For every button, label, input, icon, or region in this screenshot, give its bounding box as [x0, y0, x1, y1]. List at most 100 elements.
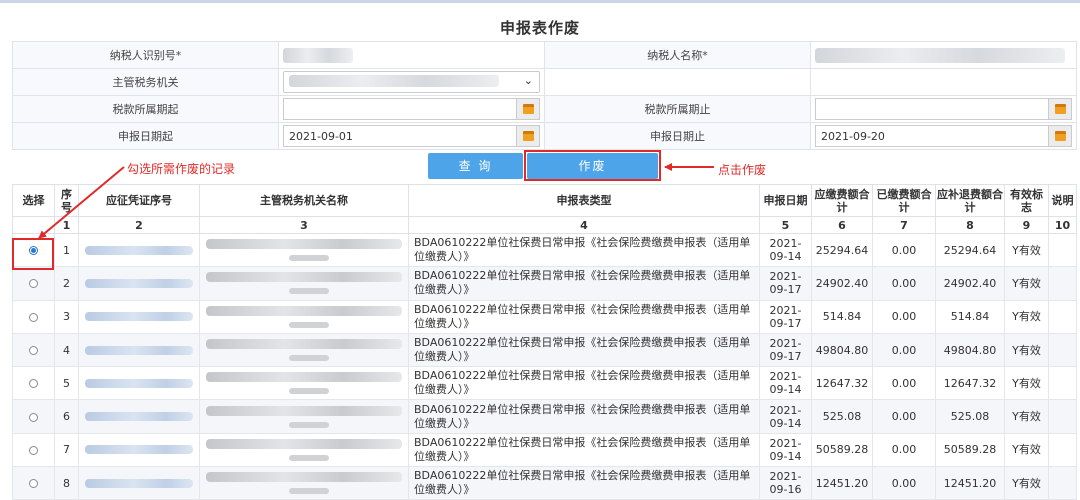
tax-authority-label: 主管税务机关: [12, 68, 279, 96]
tax-authority-cell: [199, 366, 409, 401]
due-total-cell: 525.08: [811, 399, 873, 434]
refund-total-cell: 49804.80: [935, 332, 1005, 368]
tax-authority-cell: [199, 266, 409, 301]
tax-authority-cell: [199, 232, 409, 268]
radio-button[interactable]: [29, 379, 38, 389]
cert-no-cell: [78, 366, 200, 401]
valid-flag-cell: Y有效: [1004, 232, 1049, 268]
remark-cell: [1048, 432, 1077, 468]
declare-date-cell: 2021-09-17: [759, 266, 812, 301]
select-cell[interactable]: [12, 366, 55, 401]
col-select-header: 选择: [12, 184, 55, 217]
table-row[interactable]: 5 BDA0610222单位社保费日常申报《社会保险费缴费申报表（适用单位缴费人）…: [12, 366, 1077, 401]
chevron-down-icon: ⌄: [523, 74, 533, 87]
column-number: 4: [408, 216, 760, 234]
due-total-cell: 24902.40: [811, 266, 873, 301]
col-cert-no-header: 应征凭证序号: [78, 184, 200, 217]
seq-cell: 2: [54, 266, 79, 301]
table-row[interactable]: 6 BDA0610222单位社保费日常申报《社会保险费缴费申报表（适用单位缴费人）…: [12, 399, 1077, 434]
declare-type-cell: BDA0610222单位社保费日常申报《社会保险费缴费申报表（适用单位缴费人）》: [408, 366, 760, 401]
taxpayer-id-field[interactable]: [278, 41, 545, 69]
cert-no-cell: [78, 466, 200, 500]
taxpayer-name-label: 纳税人名称*: [544, 41, 811, 69]
table-row[interactable]: 7 BDA0610222单位社保费日常申报《社会保险费缴费申报表（适用单位缴费人）…: [12, 432, 1077, 468]
refund-total-cell: 25294.64: [935, 232, 1005, 268]
calendar-icon[interactable]: [516, 98, 540, 120]
due-total-cell: 49804.80: [811, 332, 873, 368]
page-title: 申报表作废: [499, 19, 580, 37]
select-cell[interactable]: [12, 332, 55, 368]
select-cell[interactable]: [12, 432, 55, 468]
seq-cell: 8: [54, 466, 79, 500]
valid-flag-cell: Y有效: [1004, 332, 1049, 368]
query-button[interactable]: 查 询: [428, 153, 523, 179]
declare-date-end-label: 申报日期止: [544, 122, 811, 150]
col-declare-date-header: 申报日期: [759, 184, 812, 217]
radio-button[interactable]: [29, 412, 38, 422]
radio-button[interactable]: [29, 479, 38, 489]
table-row[interactable]: 8 BDA0610222单位社保费日常申报《社会保险费缴费申报表（适用单位缴费人）…: [12, 466, 1077, 500]
declare-date-end-input[interactable]: 2021-09-20: [815, 125, 1072, 147]
calendar-icon[interactable]: [516, 125, 540, 147]
refund-total-cell: 50589.28: [935, 432, 1005, 468]
column-number: 10: [1048, 216, 1077, 234]
tax-authority-cell: [199, 432, 409, 468]
declare-date-start-label: 申报日期起: [12, 122, 279, 150]
valid-flag-cell: Y有效: [1004, 366, 1049, 401]
select-cell[interactable]: [12, 266, 55, 301]
declare-date-cell: 2021-09-17: [759, 332, 812, 368]
valid-flag-cell: Y有效: [1004, 466, 1049, 500]
calendar-icon[interactable]: [1048, 125, 1072, 147]
column-number: 9: [1004, 216, 1049, 234]
cert-no-cell: [78, 332, 200, 368]
radio-button[interactable]: [29, 312, 38, 322]
seq-cell: 3: [54, 299, 79, 334]
col-valid-flag-header: 有效标志: [1004, 184, 1049, 217]
valid-flag-cell: Y有效: [1004, 432, 1049, 468]
declare-date-cell: 2021-09-16: [759, 466, 812, 500]
radio-button[interactable]: [29, 445, 38, 455]
due-total-cell: 25294.64: [811, 232, 873, 268]
table-row[interactable]: 2 BDA0610222单位社保费日常申报《社会保险费缴费申报表（适用单位缴费人）…: [12, 266, 1077, 301]
column-number: 1: [54, 216, 79, 234]
tax-period-start-input[interactable]: [283, 98, 540, 120]
seq-cell: 5: [54, 366, 79, 401]
radio-highlight: [12, 238, 54, 270]
paid-total-cell: 0.00: [872, 399, 936, 434]
annotation-select-records: 勾选所需作废的记录: [127, 162, 236, 176]
declare-date-cell: 2021-09-14: [759, 399, 812, 434]
top-border: [0, 0, 1080, 3]
declarations-table: 选择 序号 应征凭证序号 主管税务机关名称 申报表类型 申报日期 应缴费额合计 已缴费额合计应…: [12, 184, 1077, 500]
radio-button[interactable]: [29, 279, 38, 289]
declare-date-start-input[interactable]: 2021-09-01: [283, 125, 540, 147]
table-row[interactable]: 4 BDA0610222单位社保费日常申报《社会保险费缴费申报表（适用单位缴费人）…: [12, 332, 1077, 368]
table-row[interactable]: 3 BDA0610222单位社保费日常申报《社会保险费缴费申报表（适用单位缴费人）…: [12, 299, 1077, 334]
tax-authority-select[interactable]: ⌄: [278, 68, 545, 96]
radio-button[interactable]: [29, 346, 38, 356]
declare-type-cell: BDA0610222单位社保费日常申报《社会保险费缴费申报表（适用单位缴费人）》: [408, 266, 760, 301]
select-cell[interactable]: [12, 466, 55, 500]
column-number: 8: [935, 216, 1005, 234]
tax-authority-cell: [199, 466, 409, 500]
void-button-highlight: [524, 150, 661, 181]
calendar-icon[interactable]: [1048, 98, 1072, 120]
declare-type-cell: BDA0610222单位社保费日常申报《社会保险费缴费申报表（适用单位缴费人）》: [408, 399, 760, 434]
query-form: 纳税人识别号* 纳税人名称* 主管税务机关 ⌄ 税款所属期起 税款所属期止 申报…: [12, 41, 1077, 150]
refund-total-cell: 525.08: [935, 399, 1005, 434]
tax-period-end-input[interactable]: [815, 98, 1072, 120]
table-row[interactable]: 1 BDA0610222单位社保费日常申报《社会保险费缴费申报表（适用单位缴费人）…: [12, 232, 1077, 268]
taxpayer-name-field[interactable]: [810, 41, 1077, 69]
due-total-cell: 12647.32: [811, 366, 873, 401]
declare-type-cell: BDA0610222单位社保费日常申报《社会保险费缴费申报表（适用单位缴费人）》: [408, 299, 760, 334]
select-cell[interactable]: [12, 299, 55, 334]
paid-total-cell: 0.00: [872, 332, 936, 368]
declare-type-cell: BDA0610222单位社保费日常申报《社会保险费缴费申报表（适用单位缴费人）》: [408, 232, 760, 268]
declare-date-cell: 2021-09-17: [759, 299, 812, 334]
select-cell[interactable]: [12, 399, 55, 434]
valid-flag-cell: Y有效: [1004, 266, 1049, 301]
col-declare-type-header: 申报表类型: [408, 184, 760, 217]
column-number: 6: [811, 216, 873, 234]
paid-total-cell: 0.00: [872, 266, 936, 301]
declare-type-cell: BDA0610222单位社保费日常申报《社会保险费缴费申报表（适用单位缴费人）》: [408, 466, 760, 500]
tax-period-start-label: 税款所属期起: [12, 95, 279, 123]
